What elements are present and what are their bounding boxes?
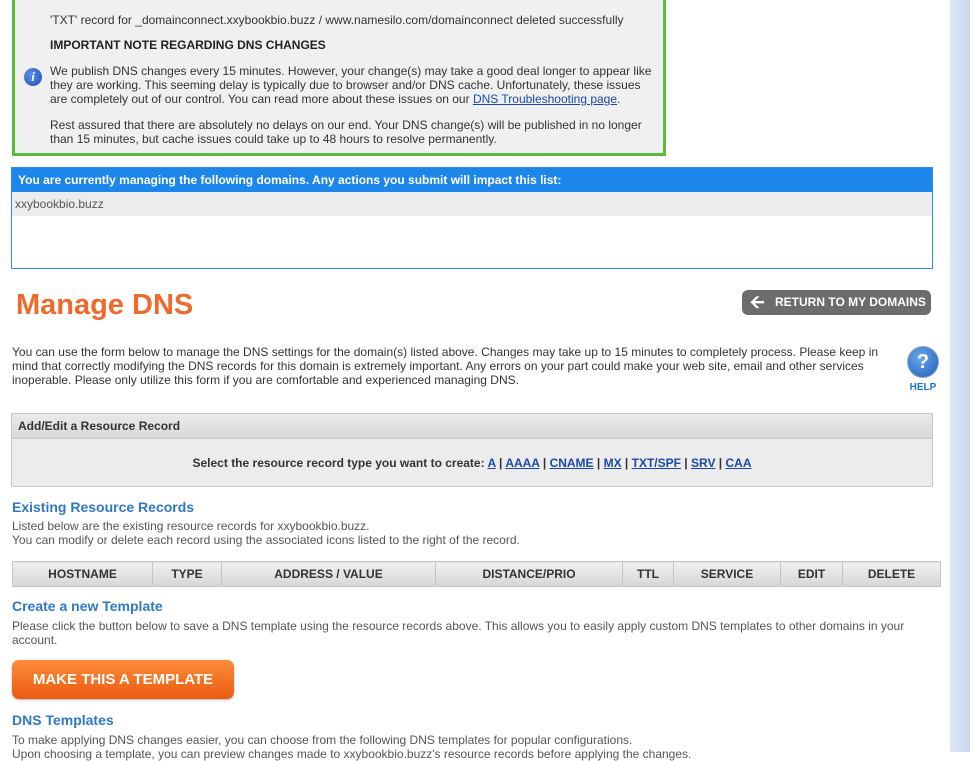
column-address-value: ADDRESS / VALUE (221, 561, 436, 587)
notice-para1-line3-text: are completely out of our control. You c… (50, 92, 473, 106)
dns-templates-desc: To make applying DNS changes easier, you… (12, 733, 691, 761)
existing-records-title: Existing Resource Records (12, 499, 195, 515)
record-type-a-link[interactable]: A (487, 456, 495, 470)
existing-records-desc: Listed below are the existing resource r… (12, 519, 520, 547)
dns-templates-line2: Upon choosing a template, you can previe… (12, 747, 692, 761)
notice-para1-line1: We publish DNS changes every 15 minutes.… (50, 64, 652, 78)
column-service: SERVICE (673, 561, 781, 587)
table-header-row: HOSTNAME TYPE ADDRESS / VALUE DISTANCE/P… (12, 561, 941, 587)
notice-para2-line2: than 15 minutes, but cache issues could … (50, 132, 497, 146)
important-heading: IMPORTANT NOTE REGARDING DNS CHANGES (50, 38, 326, 52)
deleted-message: 'TXT' record for _domainconnect.xxybookb… (50, 13, 624, 27)
column-delete: DELETE (842, 561, 941, 587)
intro-line3: inoperable. Please only utilize this for… (12, 373, 519, 387)
existing-records-line1: Listed below are the existing resource r… (12, 519, 370, 533)
record-type-aaaa-link[interactable]: AAAA (505, 456, 539, 470)
column-hostname: HOSTNAME (12, 561, 153, 587)
notice-para1-line3-suffix: . (617, 92, 621, 106)
managed-domains-box: You are currently managing the following… (11, 167, 933, 269)
arrow-left-icon: 🡨 (750, 292, 765, 312)
create-template-line1: Please click the button below to save a … (12, 619, 905, 633)
add-edit-header: Add/Edit a Resource Record (12, 414, 932, 439)
record-type-txt-spf-link[interactable]: TXT/SPF (632, 456, 681, 470)
return-button-label: RETURN TO MY DOMAINS (775, 295, 926, 309)
help-label: HELP (909, 382, 937, 393)
dns-troubleshooting-link[interactable]: DNS Troubleshooting page (473, 92, 617, 106)
record-type-prompt: Select the resource record type you want… (192, 456, 488, 470)
create-template-line2: account. (12, 633, 58, 647)
help-button[interactable]: ? HELP (907, 346, 939, 393)
record-type-caa-link[interactable]: CAA (726, 456, 752, 470)
notice-para1-line3: are completely out of our control. You c… (50, 92, 620, 106)
managed-domain-item: xxybookbio.buzz (12, 192, 932, 216)
record-type-selector: Select the resource record type you want… (192, 456, 752, 470)
add-edit-record-panel: Add/Edit a Resource Record Select the re… (11, 413, 933, 487)
dns-change-notice: 'TXT' record for _domainconnect.xxybookb… (12, 0, 666, 156)
notice-para2-line1: Rest assured that there are absolutely n… (50, 118, 642, 132)
question-mark-icon: ? (907, 346, 939, 378)
make-template-button[interactable]: MAKE THIS A TEMPLATE (12, 660, 234, 699)
column-ttl: TTL (622, 561, 674, 587)
intro-line1: You can use the form below to manage the… (12, 345, 879, 359)
record-type-cname-link[interactable]: CNAME (550, 456, 594, 470)
managed-domains-header: You are currently managing the following… (12, 168, 932, 192)
record-type-mx-link[interactable]: MX (604, 456, 622, 470)
column-edit: EDIT (780, 561, 843, 587)
column-distance-prio: DISTANCE/PRIO (435, 561, 623, 587)
right-page-edge (950, 0, 970, 752)
record-type-srv-link[interactable]: SRV (691, 456, 715, 470)
return-to-my-domains-button[interactable]: 🡨 RETURN TO MY DOMAINS (742, 290, 931, 315)
notice-para1-line2: they are working. This seeming delay is … (50, 78, 641, 92)
intro-line2: mind that correctly modifying the DNS re… (12, 359, 864, 373)
info-icon: i (24, 68, 42, 86)
page-title: Manage DNS (16, 289, 194, 321)
create-template-desc: Please click the button below to save a … (12, 619, 904, 647)
resource-records-table: HOSTNAME TYPE ADDRESS / VALUE DISTANCE/P… (12, 561, 941, 587)
dns-templates-title: DNS Templates (12, 712, 114, 728)
dns-templates-line1: To make applying DNS changes easier, you… (12, 733, 633, 747)
column-type: TYPE (152, 561, 222, 587)
create-template-title: Create a new Template (12, 598, 163, 614)
intro-text: You can use the form below to manage the… (12, 345, 892, 387)
existing-records-line2: You can modify or delete each record usi… (12, 533, 520, 547)
